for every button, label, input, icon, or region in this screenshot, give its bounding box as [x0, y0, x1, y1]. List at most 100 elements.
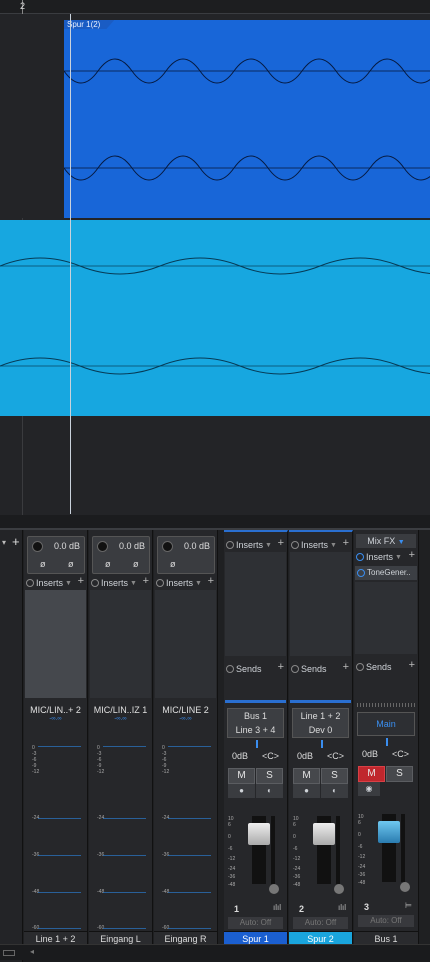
sends-header[interactable]: Sends [356, 662, 392, 672]
input-gain-box[interactable]: 0.0 dB ø [157, 536, 215, 574]
dropdown-icon[interactable]: ▼ [130, 580, 137, 587]
record-arm-icon[interactable]: ● [228, 784, 255, 798]
playhead-cursor[interactable] [70, 14, 71, 514]
expand-arrow-icon[interactable]: ▾ [2, 538, 6, 547]
add-insert-icon[interactable]: + [278, 537, 284, 549]
add-insert-icon[interactable]: + [343, 537, 349, 549]
insert-plugin-slot[interactable]: ToneGener.. [355, 566, 417, 580]
inserts-panel[interactable] [355, 582, 417, 654]
audio-clip[interactable]: Spur 1(2) [64, 20, 430, 218]
input-gain-box[interactable]: 0.0 dB ø ø [92, 536, 150, 574]
record-arm-icon[interactable]: ● [293, 784, 320, 798]
inserts-panel[interactable] [155, 590, 216, 698]
power-icon[interactable] [357, 569, 365, 577]
timeline-ruler[interactable]: 2 [0, 0, 430, 14]
pan-slider[interactable] [292, 740, 349, 748]
audio-clip-2[interactable] [0, 220, 430, 416]
inserts-header[interactable]: Inserts ▼ [156, 578, 202, 588]
volume-fader[interactable] [313, 816, 335, 884]
dropdown-icon[interactable]: ▼ [395, 554, 402, 561]
add-send-icon[interactable]: + [278, 661, 284, 673]
add-insert-icon[interactable]: + [78, 575, 84, 587]
automation-mode[interactable]: Auto: Off [358, 915, 414, 927]
fader-cap[interactable] [313, 823, 335, 845]
add-insert-icon[interactable]: + [208, 575, 214, 587]
pan-slider[interactable] [357, 738, 415, 746]
pan-slider[interactable] [227, 740, 284, 748]
add-insert-icon[interactable]: + [143, 575, 149, 587]
volume-fader[interactable] [248, 816, 270, 884]
mix-fx-selector[interactable]: Mix FX ▼ [356, 534, 416, 548]
dropdown-icon[interactable]: ▼ [330, 542, 337, 549]
add-send-icon[interactable]: + [343, 661, 349, 673]
arrange-view[interactable]: 2 Spur 1(2) [0, 0, 430, 515]
add-channel-icon[interactable]: + [12, 534, 20, 549]
inserts-header[interactable]: Inserts ▼ [226, 540, 272, 550]
mixer-scrollbar[interactable]: ◂ [0, 944, 430, 960]
waveform-icon[interactable]: ılıl [273, 903, 281, 912]
power-icon[interactable] [226, 541, 234, 549]
volume-fader[interactable] [378, 814, 400, 882]
inserts-panel[interactable] [90, 590, 151, 698]
fader-cap[interactable] [248, 823, 270, 845]
inserts-header[interactable]: Inserts ▼ [26, 578, 72, 588]
routing-icon[interactable]: ⊨ [405, 901, 412, 910]
power-icon[interactable] [91, 579, 99, 587]
automation-mode[interactable]: Auto: Off [228, 917, 283, 929]
pan-knob[interactable] [269, 884, 279, 894]
sends-panel[interactable] [290, 676, 351, 702]
input-name[interactable]: MIC/LIN..IZ 1 [89, 705, 152, 715]
phase-button[interactable]: ø [133, 559, 139, 569]
power-icon[interactable] [156, 579, 164, 587]
power-icon[interactable] [291, 665, 299, 673]
sends-panel[interactable] [355, 674, 417, 700]
monitor-icon[interactable]: ◐ [256, 784, 283, 798]
power-icon[interactable] [356, 663, 364, 671]
power-icon[interactable] [291, 541, 299, 549]
phase-button[interactable]: ø [68, 559, 74, 569]
inserts-header[interactable]: Inserts ▼ [91, 578, 137, 588]
output-selector[interactable]: Bus 1 Line 3 + 4 [227, 708, 284, 738]
sends-header[interactable]: Sends [226, 664, 262, 674]
solo-button[interactable]: S [256, 768, 283, 784]
sends-header[interactable]: Sends [291, 664, 327, 674]
track-lane-1[interactable]: Spur 1(2) [0, 14, 430, 218]
solo-button[interactable]: S [321, 768, 348, 784]
power-icon[interactable] [226, 665, 234, 673]
inserts-header[interactable]: Inserts ▼ [356, 552, 402, 562]
add-send-icon[interactable]: + [409, 659, 415, 671]
sends-panel[interactable] [225, 676, 286, 702]
power-icon[interactable] [356, 553, 364, 561]
dropdown-icon[interactable]: ▼ [265, 542, 272, 549]
output-selector[interactable]: Line 1 + 2 Dev 0 [292, 708, 349, 738]
input-name[interactable]: MIC/LINE 2 [154, 705, 217, 715]
inserts-panel[interactable] [290, 552, 351, 656]
scroll-left-icon[interactable]: ◂ [30, 947, 34, 956]
link-icon[interactable]: ◉ [358, 782, 380, 796]
dropdown-icon[interactable]: ▼ [195, 580, 202, 587]
waveform-icon[interactable]: ılıl [338, 903, 346, 912]
add-insert-icon[interactable]: + [409, 549, 415, 561]
pan-knob[interactable] [400, 882, 410, 892]
gain-knob[interactable] [162, 541, 173, 552]
mute-button[interactable]: M [293, 768, 320, 784]
gain-knob[interactable] [32, 541, 43, 552]
monitor-icon[interactable]: ◐ [321, 784, 348, 798]
fader-cap[interactable] [378, 821, 400, 843]
pan-knob[interactable] [334, 884, 344, 894]
inserts-header[interactable]: Inserts ▼ [291, 540, 337, 550]
pan-value[interactable]: <C> [327, 751, 344, 761]
automation-mode[interactable]: Auto: Off [293, 917, 348, 929]
input-name[interactable]: MIC/LIN..+ 2 [24, 705, 87, 715]
inserts-panel[interactable] [225, 552, 286, 656]
phase-button[interactable]: ø [40, 559, 46, 569]
phase-button[interactable]: ø [105, 559, 111, 569]
inserts-panel[interactable] [25, 590, 86, 698]
collapse-icon[interactable] [3, 950, 15, 956]
input-gain-box[interactable]: 0.0 dB ø ø [27, 536, 85, 574]
gain-knob[interactable] [97, 541, 108, 552]
dropdown-icon[interactable]: ▼ [65, 580, 72, 587]
solo-button[interactable]: S [386, 766, 413, 782]
pan-value[interactable]: <C> [262, 751, 279, 761]
output-selector[interactable]: Main [357, 712, 415, 736]
